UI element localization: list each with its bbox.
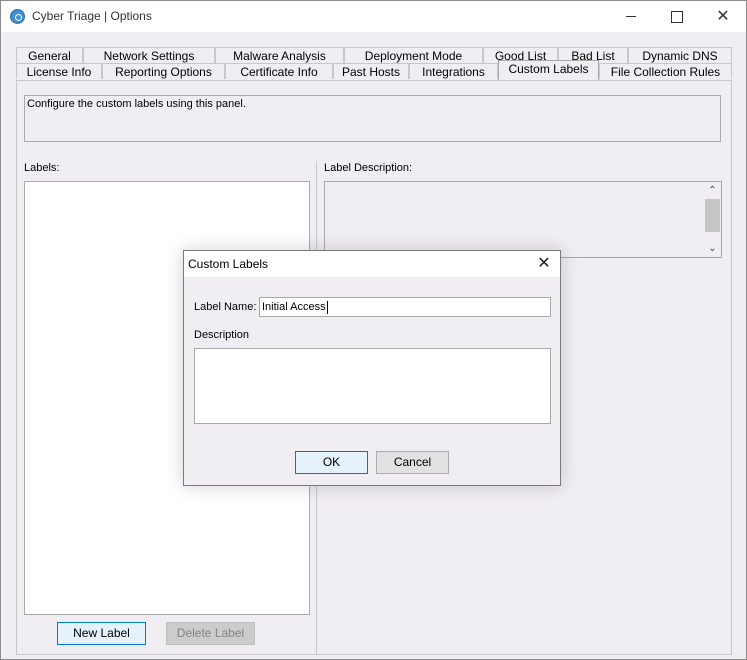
tab-network-settings[interactable]: Network Settings xyxy=(83,47,215,63)
label-name-value: Initial Access xyxy=(262,301,326,313)
labels-heading: Labels: xyxy=(24,162,60,174)
tab-integrations[interactable]: Integrations xyxy=(409,63,498,79)
window-title: Cyber Triage | Options xyxy=(32,9,152,23)
minimize-icon xyxy=(626,16,636,18)
maximize-icon xyxy=(671,10,683,23)
tab-general[interactable]: General xyxy=(16,47,83,63)
tab-deployment-mode[interactable]: Deployment Mode xyxy=(344,47,483,63)
close-icon: ✕ xyxy=(716,8,730,25)
minimize-button[interactable] xyxy=(608,1,654,32)
tab-certificate-info[interactable]: Certificate Info xyxy=(225,63,333,79)
title-bar[interactable]: Cyber Triage | Options ✕ xyxy=(1,1,746,32)
tab-malware-analysis[interactable]: Malware Analysis xyxy=(215,47,344,63)
label-name-input[interactable]: Initial Access xyxy=(259,297,551,317)
tab-custom-labels[interactable]: Custom Labels xyxy=(498,60,599,80)
label-description-heading: Label Description: xyxy=(324,162,413,174)
delete-label-button[interactable]: Delete Label xyxy=(166,622,255,645)
scroll-down-icon[interactable]: ⌄ xyxy=(704,240,721,257)
tab-dynamic-dns[interactable]: Dynamic DNS xyxy=(628,47,732,63)
window-close-button[interactable]: ✕ xyxy=(700,1,746,32)
tab-license-info[interactable]: License Info xyxy=(16,63,102,79)
label-name-label: Label Name: xyxy=(194,301,257,313)
custom-labels-dialog: Custom Labels ✕ Label Name: Initial Acce… xyxy=(183,250,561,486)
scroll-up-icon[interactable]: ⌃ xyxy=(704,182,721,199)
tab-reporting-options[interactable]: Reporting Options xyxy=(102,63,225,79)
description-scrollbar[interactable]: ⌃ ⌄ xyxy=(704,182,721,257)
dialog-close-icon[interactable]: ✕ xyxy=(532,254,556,274)
description-label: Description xyxy=(194,329,250,341)
tab-past-hosts[interactable]: Past Hosts xyxy=(333,63,409,79)
cancel-button[interactable]: Cancel xyxy=(376,451,449,474)
label-description-box[interactable] xyxy=(324,181,722,258)
ok-button[interactable]: OK xyxy=(295,451,368,474)
description-textarea[interactable] xyxy=(194,348,551,424)
cyber-triage-logo-icon xyxy=(10,9,25,24)
dialog-title-bar[interactable]: Custom Labels ✕ xyxy=(184,251,560,277)
new-label-button[interactable]: New Label xyxy=(57,622,146,645)
scroll-thumb[interactable] xyxy=(705,199,720,232)
maximize-button[interactable] xyxy=(654,1,700,32)
text-caret xyxy=(326,300,328,314)
info-text: Configure the custom labels using this p… xyxy=(27,98,246,110)
tab-file-collection-rules[interactable]: File Collection Rules xyxy=(599,63,732,79)
dialog-title: Custom Labels xyxy=(188,257,269,271)
